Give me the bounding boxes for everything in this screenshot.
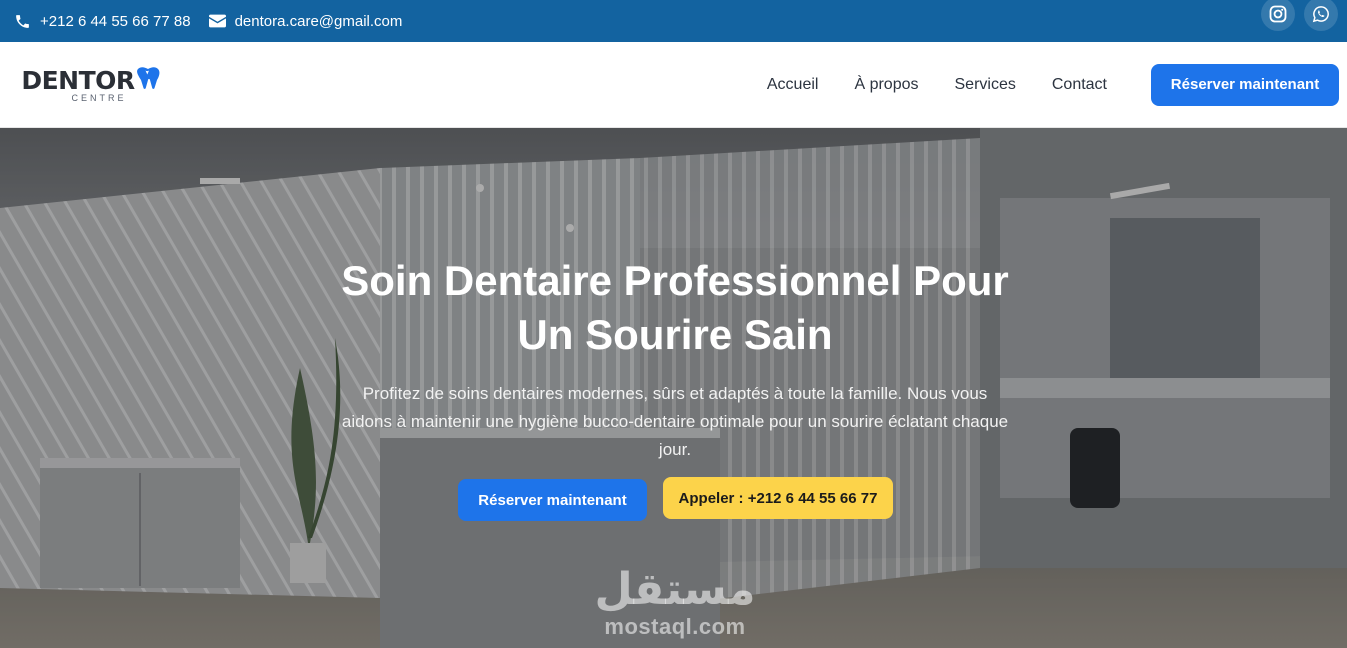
- nav-contact[interactable]: Contact: [1052, 76, 1107, 94]
- site-header: DENTOR CENTRE Accueil À propos Services …: [0, 42, 1347, 128]
- hero-title: Soin Dentaire Professionnel Pour Un Sour…: [300, 254, 1050, 362]
- social-links: [1261, 0, 1338, 31]
- hero-actions: Réserver maintenant Appeler : +212 6 44 …: [458, 477, 893, 521]
- hero-book-button[interactable]: Réserver maintenant: [458, 479, 647, 521]
- logo-subtitle: CENTRE: [71, 93, 127, 103]
- nav-services[interactable]: Services: [955, 76, 1016, 94]
- contact-info: +212 6 44 55 66 77 88 dentora.care@gmail…: [14, 13, 402, 30]
- logo-mark: DENTOR: [21, 66, 160, 95]
- hero-section: Soin Dentaire Professionnel Pour Un Sour…: [0, 128, 1347, 648]
- envelope-icon: [208, 14, 226, 28]
- watermark: مستقل mostaql.com: [590, 568, 760, 640]
- main-nav: Accueil À propos Services Contact Réserv…: [767, 63, 1339, 106]
- hero-title-line-2: Un Sourire Sain: [517, 311, 833, 358]
- top-bar: +212 6 44 55 66 77 88 dentora.care@gmail…: [0, 0, 1347, 42]
- nav-a-propos[interactable]: À propos: [854, 76, 918, 94]
- phone-link[interactable]: +212 6 44 55 66 77 88: [14, 13, 191, 30]
- instagram-icon[interactable]: [1261, 0, 1295, 31]
- call-button[interactable]: Appeler : +212 6 44 55 66 77: [663, 477, 893, 519]
- logo-text: DENTOR: [21, 66, 135, 95]
- email-address: dentora.care@gmail.com: [234, 12, 403, 30]
- watermark-arabic: مستقل: [594, 564, 756, 615]
- whatsapp-icon[interactable]: [1304, 0, 1338, 31]
- tooth-icon: [135, 66, 161, 95]
- phone-number: +212 6 44 55 66 77 88: [40, 12, 191, 30]
- logo[interactable]: DENTOR CENTRE: [16, 66, 166, 103]
- phone-icon: [14, 13, 31, 30]
- nav-accueil[interactable]: Accueil: [767, 76, 819, 94]
- hero-description: Profitez de soins dentaires modernes, sû…: [341, 384, 1009, 459]
- book-now-button[interactable]: Réserver maintenant: [1151, 63, 1339, 106]
- watermark-latin: mostaql.com: [604, 614, 746, 639]
- email-link[interactable]: dentora.care@gmail.com: [208, 12, 403, 30]
- hero-title-line-1: Soin Dentaire Professionnel Pour: [341, 257, 1009, 304]
